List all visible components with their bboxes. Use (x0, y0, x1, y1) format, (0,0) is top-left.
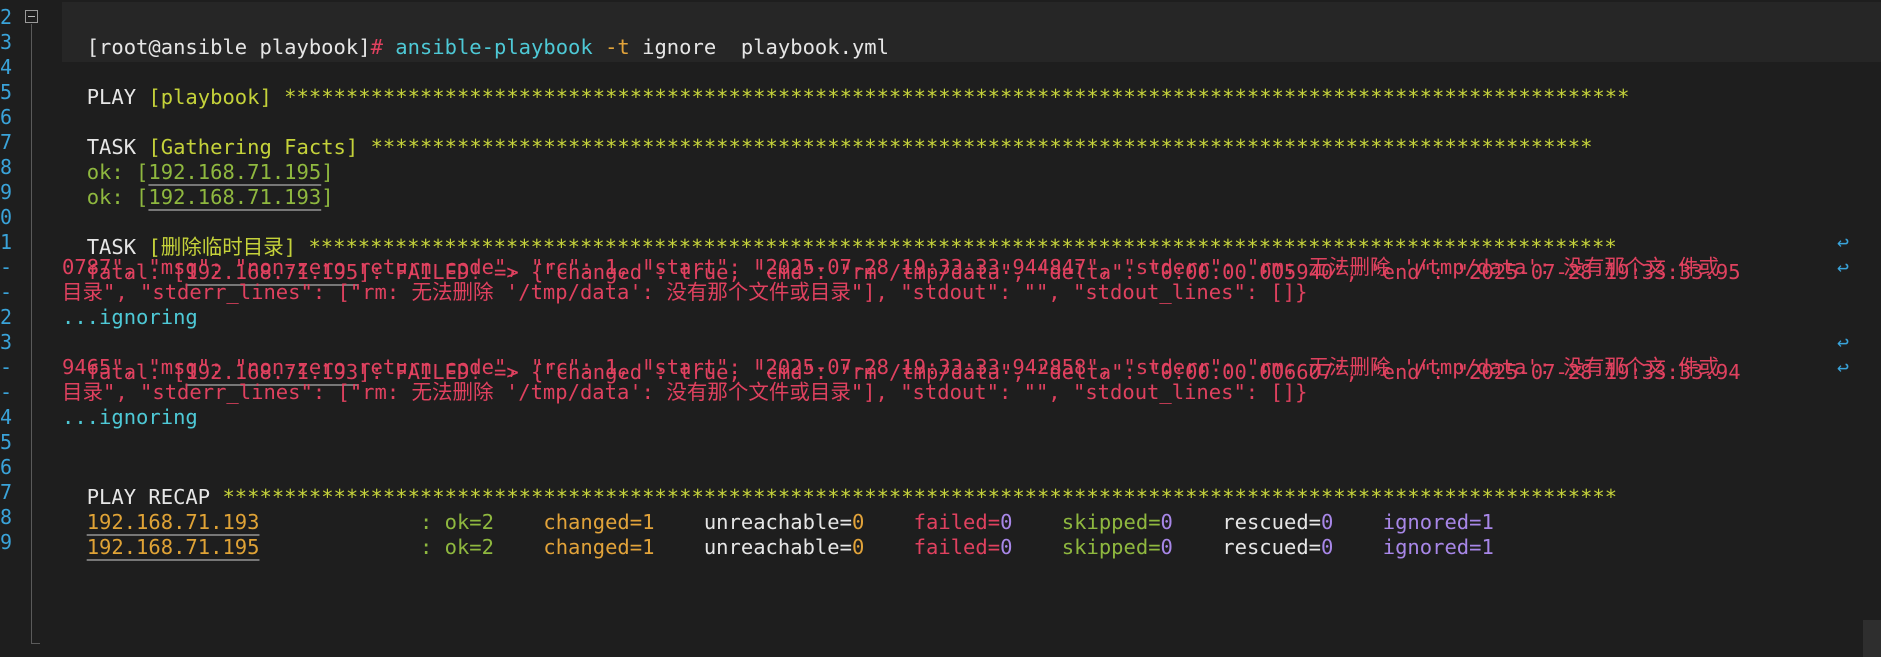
recap-rescued: rescued= (1222, 535, 1322, 559)
recap-skipped: skipped= (1061, 535, 1161, 559)
line-number-gutter: 2 3 4 5 6 7 8 9 0 1 - - 2 3 - - 4 5 6 7 … (0, 0, 56, 657)
scrollbar-thumb[interactable] (1863, 620, 1881, 657)
recap-failed-value: 0 (1000, 535, 1013, 559)
recap-unreachable-value: 0 (851, 535, 865, 559)
recap-unreachable: unreachable= (703, 535, 852, 559)
recap-skipped-value: 0 (1160, 535, 1173, 559)
recap-failed: failed= (913, 535, 1001, 559)
line-number: 9 (0, 530, 13, 554)
recap-ok: : ok=2 (419, 535, 494, 559)
recap-rescued-value: 0 (1321, 535, 1334, 559)
ignoring-line: ...ignoring (62, 405, 198, 429)
wrap-arrow-icon: ↩ (1837, 255, 1850, 279)
recap-changed: changed=1 (543, 535, 655, 559)
fold-collapse-icon[interactable] (25, 10, 38, 23)
wrap-arrow-icon: ↩ (1837, 355, 1850, 379)
task-stars: ****************************************… (370, 135, 1593, 159)
recap-ignored: ignored=1 (1382, 535, 1494, 559)
fatal-continuation: 目录", "stderr_lines": ["rm: 无法删除 '/tmp/da… (62, 280, 1308, 304)
fatal-continuation: 目录", "stderr_lines": ["rm: 无法删除 '/tmp/da… (62, 380, 1308, 404)
fold-range-line (31, 24, 32, 644)
recap-row: 192.168.71.195 : ok=2 changed=1 unreacha… (62, 502, 1494, 562)
fold-range-end (31, 643, 40, 644)
host-link[interactable]: 192.168.71.195 (87, 535, 260, 559)
